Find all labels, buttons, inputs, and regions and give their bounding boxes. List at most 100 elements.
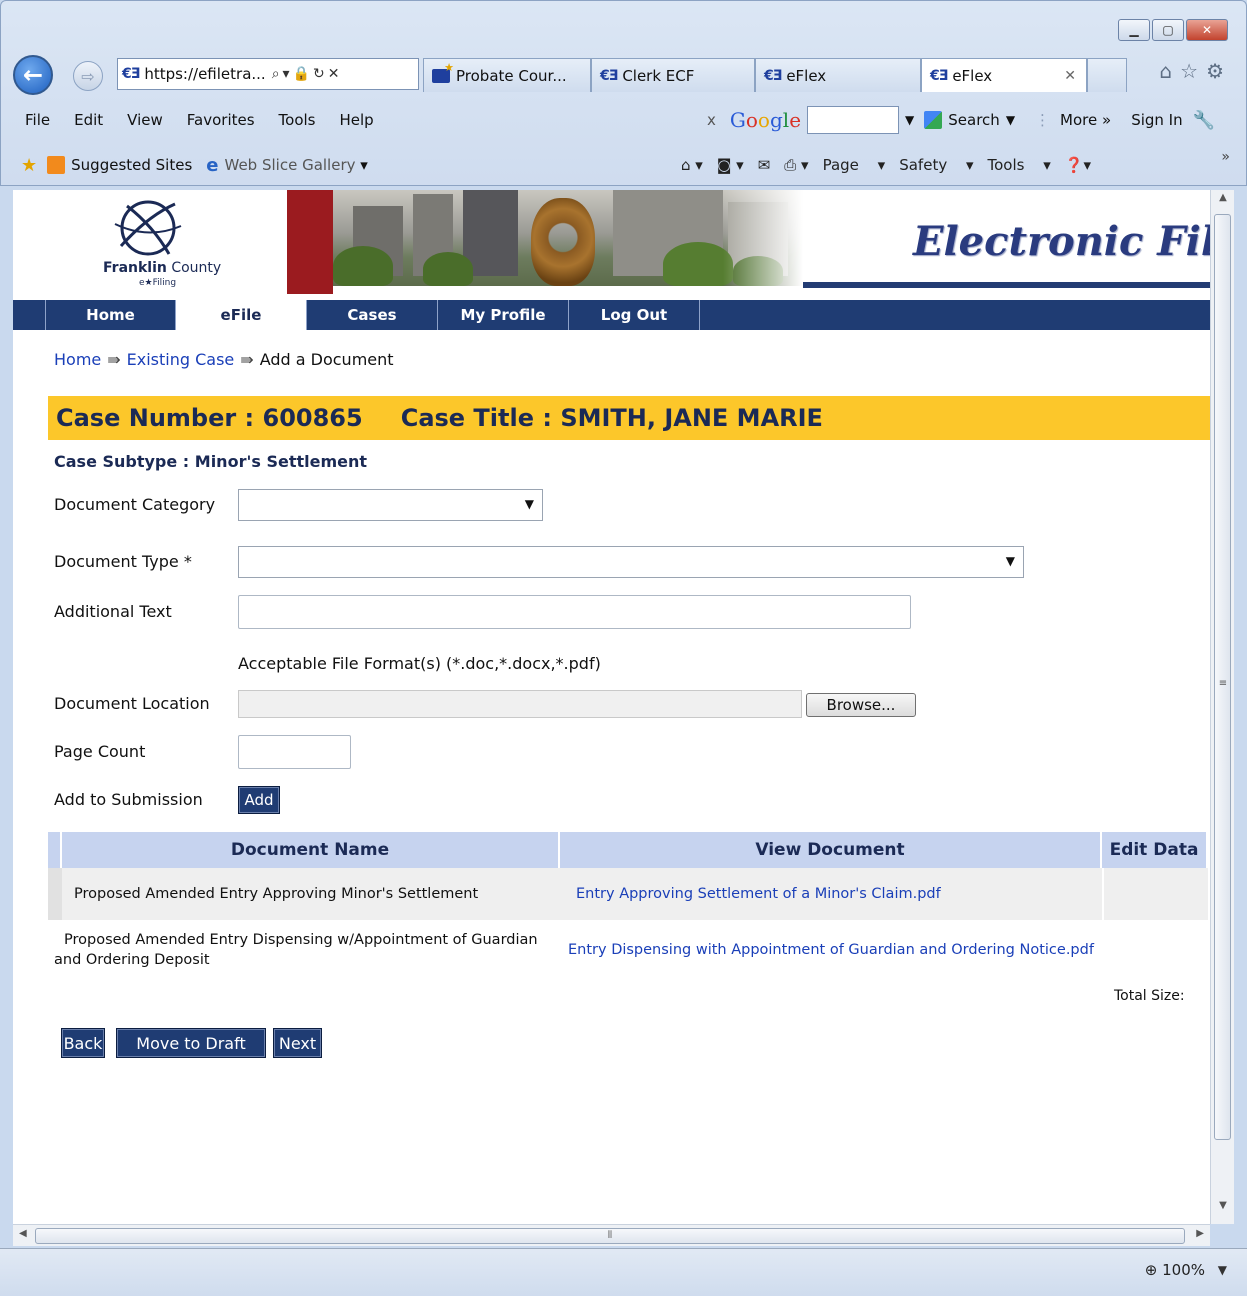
add-to-submission-label: Add to Submission [54, 790, 203, 809]
page-viewport: Franklin County e★Filing Electronic Fili… [13, 190, 1210, 1224]
print-icon[interactable]: ⎙ ▾ [784, 156, 808, 174]
chevron-more-icon[interactable]: » [1221, 149, 1230, 165]
navigation-row: ← ⇨ €Ǝ https://efiletra... ⌕▾🔒↻✕ Probate… [9, 53, 1236, 97]
tab-label: eFlex [786, 66, 827, 85]
tab-label: Clerk ECF [622, 66, 695, 85]
chevron-down-icon[interactable]: ▼ [905, 113, 914, 127]
vertical-scroll-thumb[interactable] [1214, 214, 1231, 1140]
browse-button[interactable]: Browse... [806, 693, 916, 717]
google-search-button[interactable]: Search [948, 111, 1000, 129]
breadcrumb-home[interactable]: Home [54, 350, 101, 369]
menu-edit[interactable]: Edit [74, 111, 103, 129]
tab-eflex[interactable]: €Ǝ eFlex [755, 58, 921, 92]
view-document-link[interactable]: Entry Dispensing with Appointment of Gua… [560, 942, 1120, 958]
home-icon[interactable]: ⌂ ▾ [681, 156, 703, 174]
nav-cases[interactable]: Cases [307, 300, 438, 330]
page-count-input[interactable] [238, 735, 351, 769]
chevron-down-icon[interactable]: ▼ [1006, 113, 1015, 127]
close-window-button[interactable]: ✕ [1186, 19, 1228, 41]
menu-view[interactable]: View [127, 111, 163, 129]
additional-text-input[interactable] [238, 595, 911, 629]
web-slice-gallery-link[interactable]: Web Slice Gallery ▾ [225, 156, 368, 174]
address-tools-icons[interactable]: ⌕▾🔒↻✕ [272, 66, 343, 82]
gear-icon[interactable]: ⚙ [1206, 59, 1232, 83]
table-row: Proposed Amended Entry Dispensing w/Appo… [48, 920, 1208, 980]
close-tab-icon[interactable]: ✕ [1064, 68, 1076, 84]
breadcrumb-current: Add a Document [259, 350, 394, 369]
home-icon[interactable]: ⌂ [1159, 59, 1180, 83]
menu-help[interactable]: Help [340, 111, 374, 129]
page-count-label: Page Count [54, 742, 146, 761]
address-bar[interactable]: €Ǝ https://efiletra... ⌕▾🔒↻✕ [117, 58, 419, 90]
tab-probate[interactable]: Probate Cour... [423, 58, 591, 92]
view-document-link[interactable]: Entry Approving Settlement of a Minor's … [560, 886, 1102, 902]
breadcrumb-separator: ⇛ [107, 350, 121, 369]
ie-icon: e [206, 154, 219, 176]
safety-menu[interactable]: Safety ▾ [899, 156, 973, 174]
document-category-select[interactable]: ▼ [238, 489, 543, 521]
tab-eflex-active[interactable]: €Ǝ eFlex ✕ [921, 58, 1087, 92]
favorites-star-icon[interactable]: ★ [21, 155, 37, 176]
command-bar: ⌂ ▾ ◙ ▾ ✉ ⎙ ▾ Page ▾ Safety ▾ Tools ▾ ❓▾ [681, 147, 1105, 183]
tab-label: Probate Cour... [456, 66, 567, 85]
menu-tools[interactable]: Tools [279, 111, 316, 129]
chevron-down-icon[interactable]: ▼ [1218, 1263, 1227, 1277]
banner-title: Electronic Fili [913, 218, 1210, 265]
rss-icon[interactable]: ◙ ▾ [717, 156, 744, 174]
vertical-scrollbar[interactable]: ▲ ≡ ▼ [1210, 190, 1234, 1224]
close-toolbar-icon[interactable]: x [707, 111, 716, 129]
header-red-band [287, 190, 333, 294]
nav-home[interactable]: Home [45, 300, 176, 330]
zoom-level[interactable]: ⊕ 100% [1145, 1261, 1205, 1279]
nav-my-profile[interactable]: My Profile [438, 300, 569, 330]
nav-efile[interactable]: eFile [176, 300, 307, 330]
next-button[interactable]: Next [273, 1028, 322, 1058]
google-more-button[interactable]: More » [1060, 111, 1111, 129]
document-name-cell: Proposed Amended Entry Approving Minor's… [74, 886, 479, 902]
window-controls: ▁ ▢ ✕ [1116, 19, 1228, 41]
google-signin-button[interactable]: Sign In [1131, 111, 1182, 129]
menu-favorites[interactable]: Favorites [187, 111, 255, 129]
case-number: Case Number : 600865 [56, 404, 363, 432]
chevron-down-icon: ▼ [1005, 554, 1015, 568]
forward-arrow-icon[interactable]: ⇨ [73, 61, 103, 91]
documents-table: Document Name View Document Edit Data Pr… [48, 832, 1208, 980]
scroll-right-icon[interactable]: ▶ [1196, 1228, 1204, 1239]
nav-log-out[interactable]: Log Out [569, 300, 700, 330]
horizontal-scroll-thumb[interactable]: ⦀ [35, 1228, 1185, 1244]
help-icon[interactable]: ❓▾ [1065, 156, 1091, 174]
minimize-button[interactable]: ▁ [1118, 19, 1150, 41]
page-menu[interactable]: Page ▾ [823, 156, 886, 174]
back-arrow-icon[interactable]: ← [13, 55, 53, 95]
favorites-bar: ★ Suggested Sites e Web Slice Gallery ▾ … [1, 147, 1246, 183]
document-location-field[interactable] [238, 690, 802, 718]
back-button[interactable]: Back [61, 1028, 105, 1058]
suggested-sites-link[interactable]: Suggested Sites [71, 156, 192, 174]
acceptable-formats-note: Acceptable File Format(s) (*.doc,*.docx,… [238, 654, 601, 673]
mail-icon[interactable]: ✉ [758, 156, 771, 174]
google-search-icon [924, 111, 943, 129]
scroll-down-icon[interactable]: ▼ [1211, 1200, 1235, 1220]
new-tab-button[interactable] [1087, 58, 1127, 92]
document-location-label: Document Location [54, 694, 210, 713]
scroll-left-icon[interactable]: ◀ [19, 1228, 27, 1239]
breadcrumb-existing-case[interactable]: Existing Case [127, 350, 235, 369]
google-toolbar: x Google ▼ Search ▼ ⋮ More » Sign In 🔧 [707, 103, 1215, 137]
wrench-icon[interactable]: 🔧 [1193, 110, 1215, 131]
scroll-up-icon[interactable]: ▲ [1211, 192, 1235, 212]
site-logo[interactable]: Franklin County e★Filing [13, 190, 287, 294]
star-icon[interactable]: ☆ [1180, 59, 1206, 83]
google-logo: Google [729, 108, 802, 132]
case-subtype: Case Subtype : Minor's Settlement [54, 452, 368, 471]
move-to-draft-button[interactable]: Move to Draft [116, 1028, 266, 1058]
sculpture-image [531, 198, 595, 286]
site-favicon-icon: €Ǝ [600, 67, 618, 84]
add-button[interactable]: Add [238, 786, 280, 814]
tools-menu[interactable]: Tools ▾ [988, 156, 1051, 174]
horizontal-scrollbar[interactable]: ◀ ⦀ ▶ [13, 1224, 1210, 1246]
maximize-button[interactable]: ▢ [1152, 19, 1184, 41]
google-search-input[interactable] [807, 106, 900, 134]
menu-file[interactable]: File [25, 111, 50, 129]
document-type-select[interactable]: ▼ [238, 546, 1024, 578]
tab-clerk-ecf[interactable]: €Ǝ Clerk ECF [591, 58, 755, 92]
